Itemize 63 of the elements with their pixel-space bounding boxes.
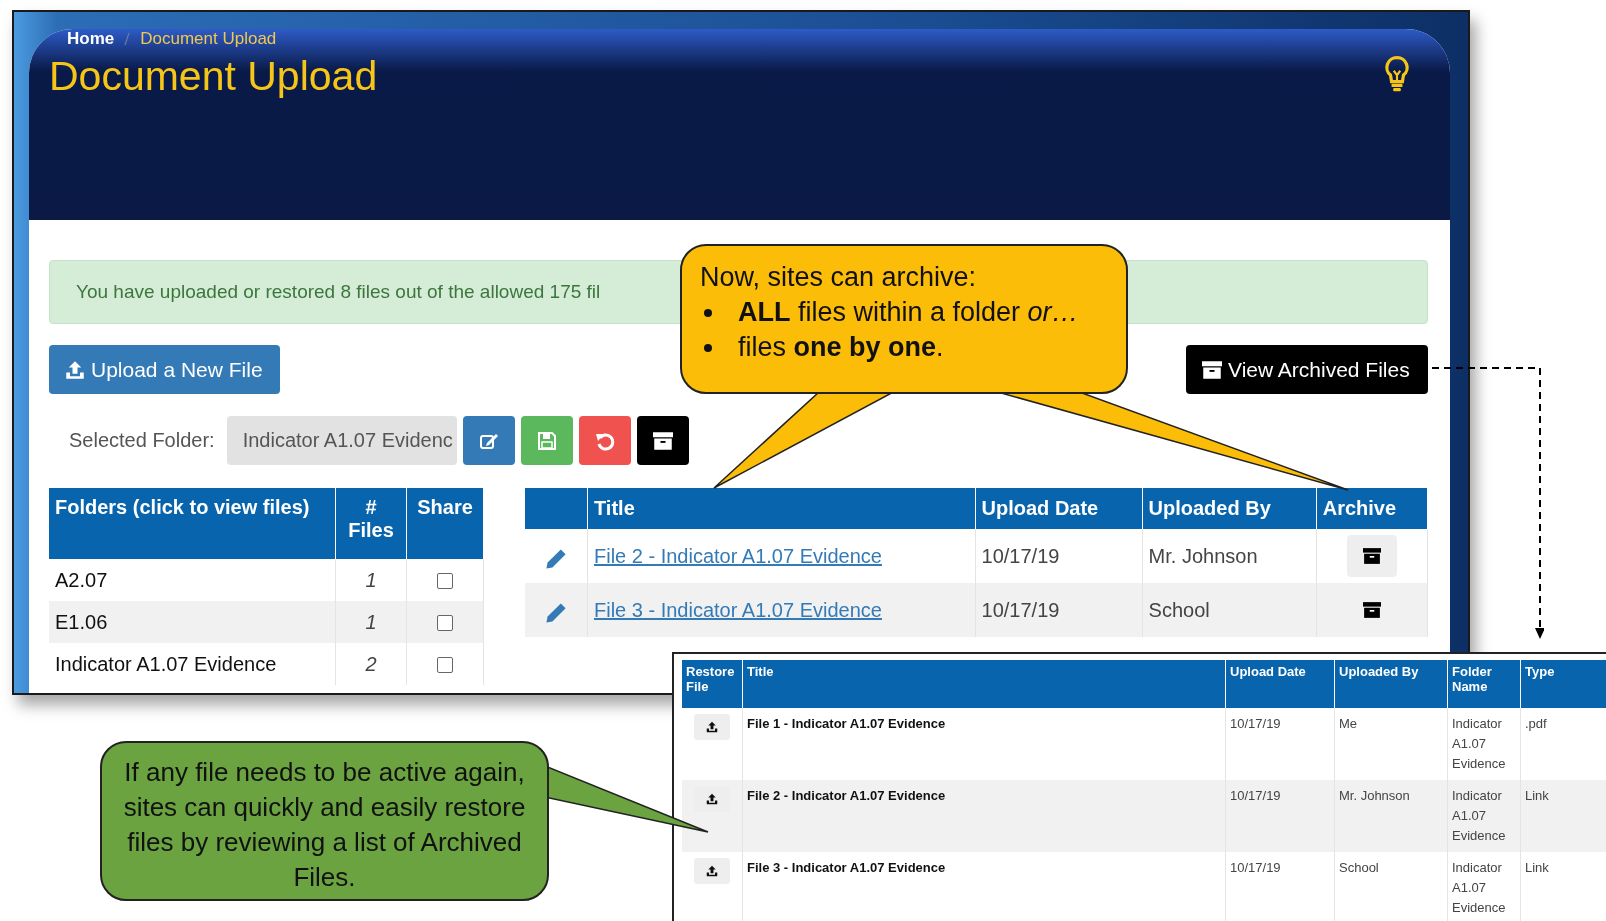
file-type-cell: Link (1520, 852, 1606, 921)
folder-name-cell[interactable]: E1.06 (49, 601, 336, 643)
share-checkbox[interactable] (437, 615, 453, 632)
save-icon (536, 430, 557, 451)
column-header: Folders (click to view files) (49, 488, 336, 559)
archive-file-button[interactable] (1346, 535, 1397, 577)
uploaded-by-cell: School (1334, 852, 1448, 921)
edit-folder-button[interactable] (462, 416, 515, 465)
archive-box-icon (652, 430, 673, 451)
file-count-cell: 2 (335, 643, 407, 685)
file-title-link[interactable]: File 2 - Indicator A1.07 Evidence (594, 544, 882, 567)
upload-file-button[interactable]: Upload a New File (49, 345, 280, 394)
archive-box-icon (1362, 602, 1381, 618)
pencil-icon[interactable] (544, 547, 568, 571)
column-header: Title (587, 488, 976, 529)
column-header: Title (742, 660, 1226, 708)
archive-box-icon (1202, 359, 1222, 380)
pencil-icon[interactable] (544, 601, 568, 625)
share-checkbox[interactable] (437, 573, 453, 590)
bullet-dot (704, 308, 712, 317)
callout-heading: Now, sites can archive: (700, 262, 978, 293)
upload-icon (65, 359, 85, 380)
bullet-dot (704, 343, 712, 352)
selected-folder-field[interactable]: Indicator A1.07 Evidenc (226, 416, 457, 465)
file-title-cell: File 2 - Indicator A1.07 Evidence (742, 780, 1226, 852)
folder-name-cell: Indicator A1.07 Evidence (1447, 852, 1521, 921)
uploaded-by-cell: Mr. Johnson (1334, 780, 1448, 852)
breadcrumb-link[interactable]: Home (67, 29, 115, 49)
callout-bullet-text: files one by one. (738, 332, 944, 363)
file-count-cell: 1 (335, 601, 407, 643)
column-header: Uploaded By (1334, 660, 1448, 708)
file-type-cell: Link (1520, 780, 1606, 852)
column-header: Upload Date (1225, 660, 1335, 708)
column-header: Restore File (682, 660, 743, 708)
upload-date-cell: 10/17/19 (975, 583, 1143, 637)
breadcrumb-separator-icon (124, 32, 131, 46)
selected-folder-label: Selected Folder: (68, 429, 215, 452)
column-header: Upload Date (975, 488, 1143, 529)
upload-icon (706, 721, 718, 733)
lightbulb-icon[interactable] (1384, 55, 1410, 93)
restore-callout: If any file needs to be active again, sites can quickly and easily restore files by reviewing a list of Archived Files. (100, 741, 549, 901)
upload-date-cell: 10/17/19 (1225, 852, 1335, 921)
breadcrumb-link[interactable]: Document Upload (140, 29, 277, 49)
column-header: Share (406, 488, 484, 559)
column-header: Uploaded By (1142, 488, 1317, 529)
folder-name-cell: Indicator A1.07 Evidence (1447, 780, 1521, 852)
archive-folder-button[interactable] (636, 416, 689, 465)
share-checkbox[interactable] (437, 657, 453, 674)
upload-date-cell: 10/17/19 (1225, 780, 1335, 852)
upload-icon (706, 865, 718, 877)
column-header: Type (1520, 660, 1606, 708)
folder-name-cell[interactable]: Indicator A1.07 Evidence (49, 643, 336, 685)
restore-file-button[interactable] (694, 858, 730, 884)
file-title-cell: File 3 - Indicator A1.07 Evidence (742, 852, 1226, 921)
undo-folder-button[interactable] (578, 416, 631, 465)
upload-icon (706, 793, 718, 805)
column-header: Folder Name (1447, 660, 1521, 708)
restore-file-button[interactable] (694, 714, 730, 740)
column-header: # Files (335, 488, 407, 559)
page-title: Document Upload (49, 53, 378, 100)
uploaded-by-cell: School (1142, 583, 1317, 637)
archive-box-icon (1362, 548, 1381, 564)
view-archived-button[interactable]: View Archived Files (1186, 345, 1428, 394)
